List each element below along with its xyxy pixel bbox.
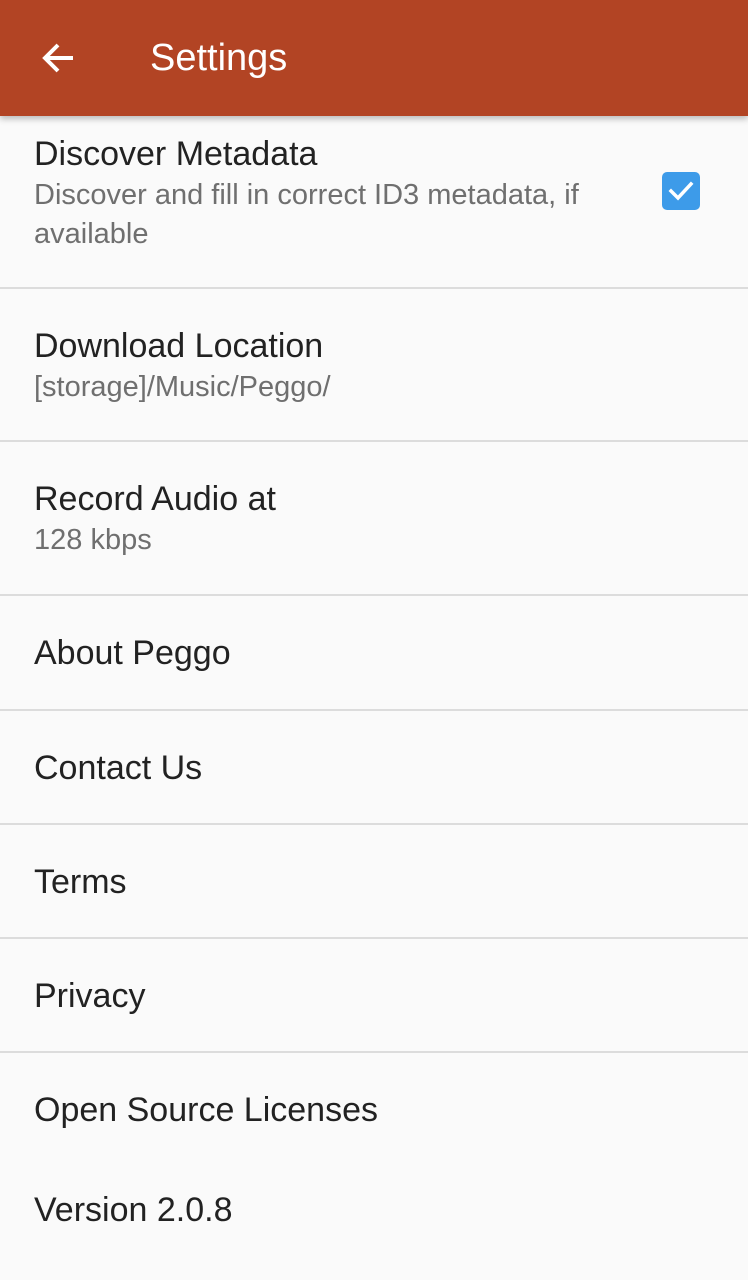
setting-subtitle: Discover and fill in correct ID3 metadat… — [34, 179, 579, 250]
setting-title: Download Location — [34, 327, 324, 365]
setting-subtitle: 128 kbps — [34, 524, 152, 556]
setting-about[interactable]: About Peggo — [0, 596, 748, 711]
setting-terms[interactable]: Terms — [0, 825, 748, 939]
settings-list: Discover Metadata Discover and fill in c… — [0, 116, 748, 1278]
setting-title: Terms — [34, 863, 127, 901]
setting-record-audio[interactable]: Record Audio at 128 kbps — [0, 442, 748, 596]
back-button[interactable] — [30, 30, 86, 86]
setting-discover-metadata[interactable]: Discover Metadata Discover and fill in c… — [0, 116, 748, 289]
setting-title: Record Audio at — [34, 480, 276, 518]
setting-privacy[interactable]: Privacy — [0, 939, 748, 1053]
setting-title: Open Source Licenses — [34, 1091, 378, 1129]
app-bar: Settings — [0, 0, 748, 116]
checkmark-icon — [668, 181, 694, 201]
setting-open-source-licenses[interactable]: Open Source Licenses — [0, 1053, 748, 1168]
setting-subtitle: [storage]/Music/Peggo/ — [34, 371, 331, 403]
setting-title: Discover Metadata — [34, 135, 318, 173]
version-label: Version 2.0.8 — [34, 1191, 233, 1229]
setting-contact[interactable]: Contact Us — [0, 711, 748, 825]
discover-metadata-checkbox[interactable] — [662, 172, 700, 210]
setting-title: Contact Us — [34, 749, 203, 787]
setting-version: Version 2.0.8 — [0, 1168, 748, 1278]
setting-title: Privacy — [34, 977, 146, 1015]
setting-download-location[interactable]: Download Location [storage]/Music/Peggo/ — [0, 289, 748, 442]
page-title: Settings — [150, 37, 288, 79]
arrow-left-icon — [42, 43, 73, 73]
setting-title: About Peggo — [34, 634, 231, 672]
